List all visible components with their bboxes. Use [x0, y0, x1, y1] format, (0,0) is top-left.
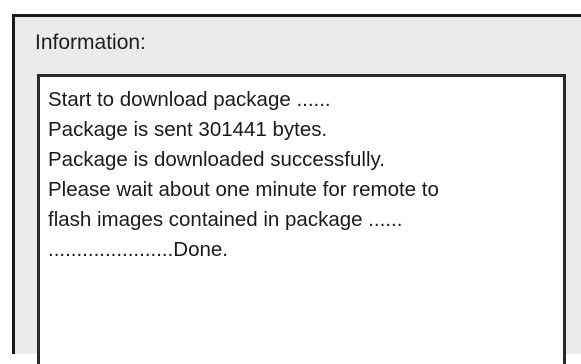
window-frame: Information: Start to download package .… [0, 0, 581, 364]
info-line: flash images contained in package ...... [48, 208, 403, 231]
information-textbox[interactable]: Start to download package ...... Package… [37, 74, 566, 364]
information-lines: Start to download package ...... Package… [48, 85, 439, 265]
information-panel: Information: Start to download package .… [12, 14, 581, 364]
info-line: ......................Done. [48, 238, 229, 261]
information-label: Information: [35, 31, 146, 54]
info-line: Package is sent 301441 bytes. [48, 118, 328, 141]
info-line: Please wait about one minute for remote … [48, 178, 439, 201]
info-line: Start to download package ...... [48, 88, 331, 111]
info-line: Package is downloaded successfully. [48, 148, 385, 171]
